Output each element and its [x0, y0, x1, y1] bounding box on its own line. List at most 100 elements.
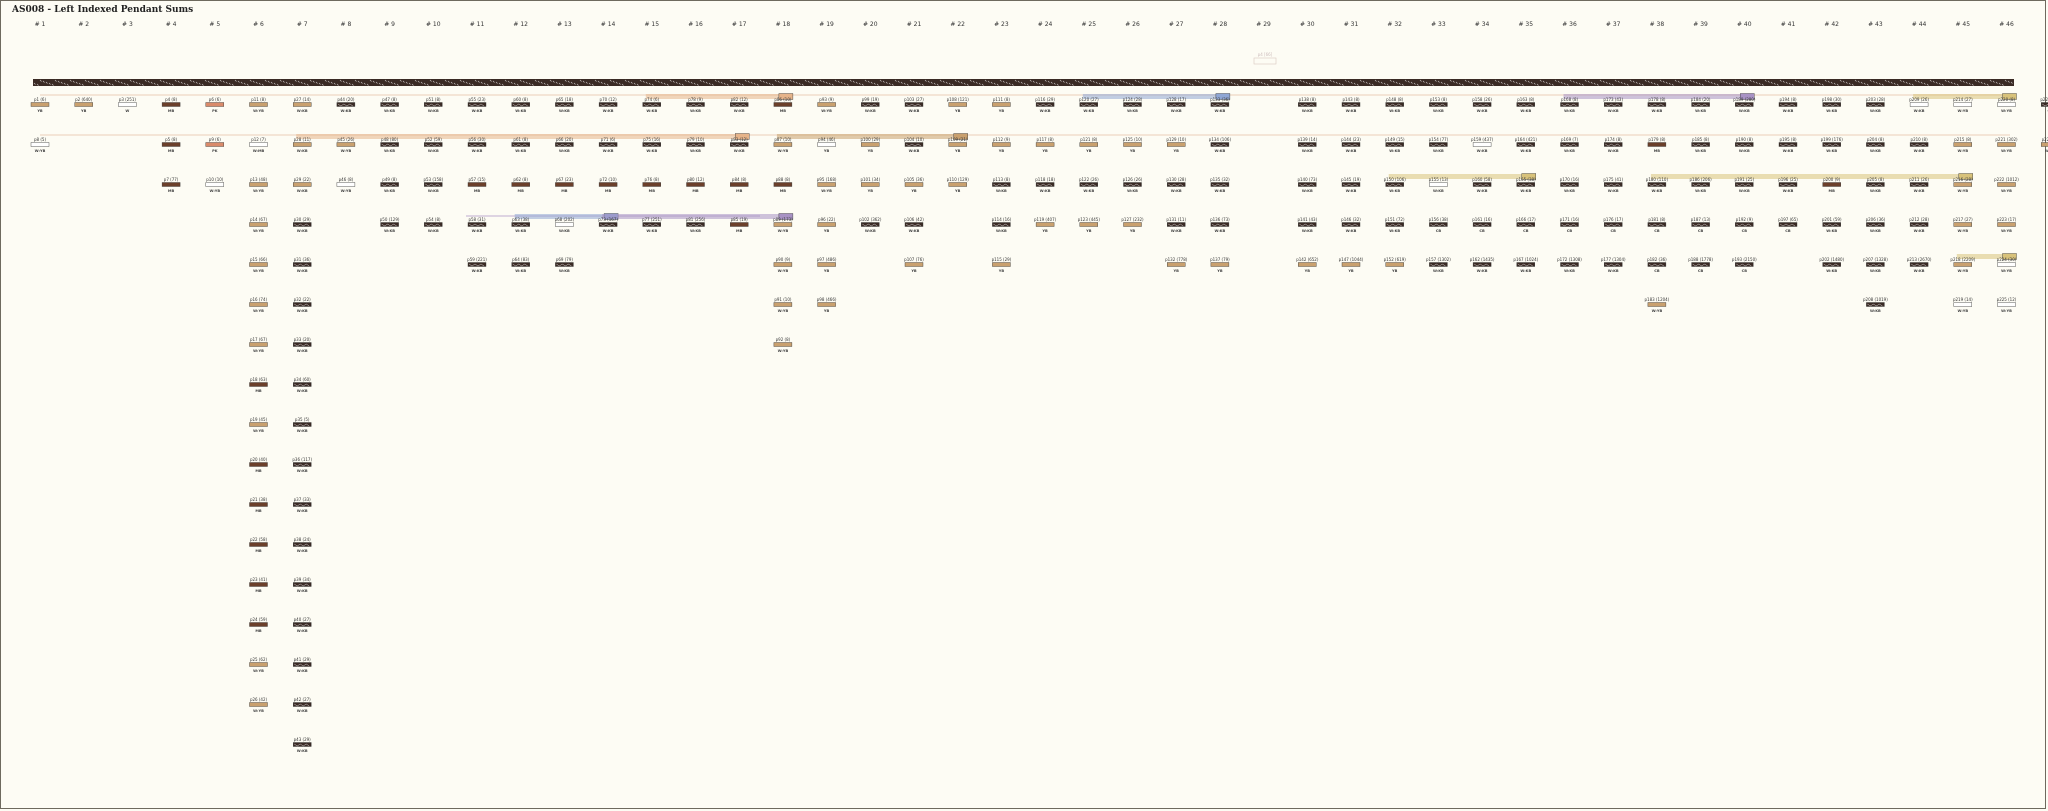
- pendant-color-code: W:KB: [515, 229, 526, 233]
- pendant-color-code: W:KB: [646, 149, 657, 153]
- pendant-bar: [511, 102, 530, 107]
- pendant-bar: [555, 142, 574, 147]
- pendant-bar: [1822, 262, 1841, 267]
- pendant: p179 (8) MB: [1647, 137, 1667, 153]
- pendant-bar: [1778, 182, 1798, 187]
- pendant-color-code: W:KB: [1302, 189, 1313, 193]
- pendant-bar: [817, 302, 836, 307]
- pendant-bar: [730, 142, 749, 147]
- pendant: p7 (77) MB: [161, 177, 181, 193]
- pendant-color-code: CB: [1654, 229, 1660, 233]
- pendant: p188 (1778) CB: [1688, 257, 1713, 273]
- pendant-color-code: W:KB: [428, 229, 439, 233]
- pendant-bar: [642, 102, 661, 107]
- pendant-bar: [1909, 222, 1929, 227]
- pendant-label: p189 (280): [1733, 97, 1756, 102]
- pendant: p26 (42) W:YB: [249, 697, 268, 713]
- pendant-label: p173 (43): [1603, 97, 1623, 102]
- pendant-color-code: YB: [1304, 269, 1311, 273]
- pendant-label: p153 (8): [1430, 97, 1448, 102]
- pendant-color-code: W:KB: [1346, 149, 1357, 153]
- pendant-color-code: W:KB: [734, 109, 745, 113]
- pendant-color-code: W:KB: [1346, 109, 1357, 113]
- column-label: # 39: [1693, 21, 1708, 28]
- pendant-color-code: W:KB: [428, 149, 439, 153]
- pendant: p72 (10) MB: [598, 177, 618, 193]
- pendant-bar: [1953, 222, 1973, 227]
- pendant-bar: [249, 382, 268, 387]
- pendant-label: p125 (10): [1123, 137, 1143, 142]
- pendant-label: p17 (67): [250, 337, 268, 342]
- pendant-label: p168 (8): [1561, 97, 1579, 102]
- pendant-bar: [1429, 222, 1448, 227]
- pendant: p74 (6) W:KB: [642, 97, 661, 113]
- pendant-bar: [1166, 262, 1186, 267]
- pendant-color-code: YB: [910, 269, 917, 273]
- column-label: # 33: [1431, 21, 1446, 28]
- pendant-bar: [1778, 222, 1798, 227]
- pendant-bar: [1647, 142, 1667, 147]
- pendant-color-code: W:YB: [2001, 269, 2012, 273]
- pendant-color-code: MB: [255, 629, 262, 633]
- pendant-bar: [904, 142, 924, 147]
- pendant-color-code: W:KB: [1870, 269, 1881, 273]
- pendant-label: p165 (38): [1516, 177, 1536, 182]
- pendant: p227 (8)W:YB: [2040, 137, 2048, 153]
- column-label: # 32: [1387, 21, 1402, 28]
- pendant: p184 (20) W:KB: [1691, 97, 1711, 113]
- pendant-color-code: MB: [255, 389, 262, 393]
- pendant: p205 (8) W:KB: [1866, 177, 1885, 193]
- pendant-label: p104 (10): [904, 137, 924, 142]
- pendant-bar: [293, 222, 312, 227]
- pendant-bar: [249, 622, 268, 627]
- pendant-label: p27 (14): [294, 97, 312, 102]
- pendant-color-code: W:YB: [341, 189, 352, 193]
- pendant-bar: [1866, 182, 1885, 187]
- pendant-color-code: W:YB: [341, 149, 352, 153]
- pendant: p107 (76) YB: [904, 257, 924, 273]
- pendant-color-code: YB: [1216, 269, 1223, 273]
- pendant-label: p93 (9): [819, 97, 834, 102]
- pendant-bar: [1560, 222, 1579, 227]
- pendant-color-code: W:KB: [1477, 109, 1488, 113]
- pendant-color-code: W:YB: [821, 189, 832, 193]
- pendant-bar: [1298, 102, 1317, 107]
- pendant-label: p23 (41): [250, 577, 268, 582]
- pendant-color-code: YB: [1391, 269, 1398, 273]
- pendant-color-code: W:YB: [253, 709, 264, 713]
- pendant-color-code: W:KB: [515, 149, 526, 153]
- pendant-color-code: W:KB: [1433, 109, 1444, 113]
- pendant: p55 (23) W:KB: [467, 97, 487, 113]
- pendant: p195 (8) W:KB: [1778, 137, 1798, 153]
- pendant-bar: [380, 222, 399, 227]
- pendant: p1 (6) YB: [30, 97, 50, 113]
- pendant-label: p185 (8): [1692, 137, 1710, 142]
- pendant: p196 (25) W:KB: [1778, 177, 1798, 193]
- pendant-bar: [293, 742, 312, 747]
- pendant-color-code: W:YB: [253, 349, 264, 353]
- pendant: p89 (173) W:YB: [773, 217, 793, 233]
- pendant-bar: [249, 182, 268, 187]
- pendant-label: p22 (58): [250, 537, 268, 542]
- pendant-color-code: W:KB: [297, 229, 308, 233]
- pendant-bar: [1997, 142, 2016, 147]
- pendant-color-code: W:YB: [778, 269, 789, 273]
- pendant-bar: [861, 182, 880, 187]
- pendant-bar: [249, 302, 268, 307]
- pendant-label: p32 (22): [294, 297, 312, 302]
- pendant-bar: [249, 502, 268, 507]
- pendant: p173 (43) W:KB: [1603, 97, 1623, 113]
- pendant-color-code: PK: [212, 149, 218, 153]
- pendant-bar: [1210, 222, 1230, 227]
- pendant-bar: [161, 182, 181, 187]
- pendant-label: p96 (22): [818, 217, 836, 222]
- pendant-color-code: YB: [823, 149, 830, 153]
- pendant-color-code: CB: [1742, 229, 1748, 233]
- pendant: p87 (10) W:YB: [773, 137, 793, 153]
- pendant-color-code: YB: [823, 309, 830, 313]
- pendant-label: p138 (8): [1299, 97, 1317, 102]
- pendant-label: p55 (23): [468, 97, 486, 102]
- pendant: p203 (28) W:KB: [1866, 97, 1886, 113]
- pendant-bar: [1298, 142, 1317, 147]
- pendant-label: p111 (8): [993, 97, 1011, 102]
